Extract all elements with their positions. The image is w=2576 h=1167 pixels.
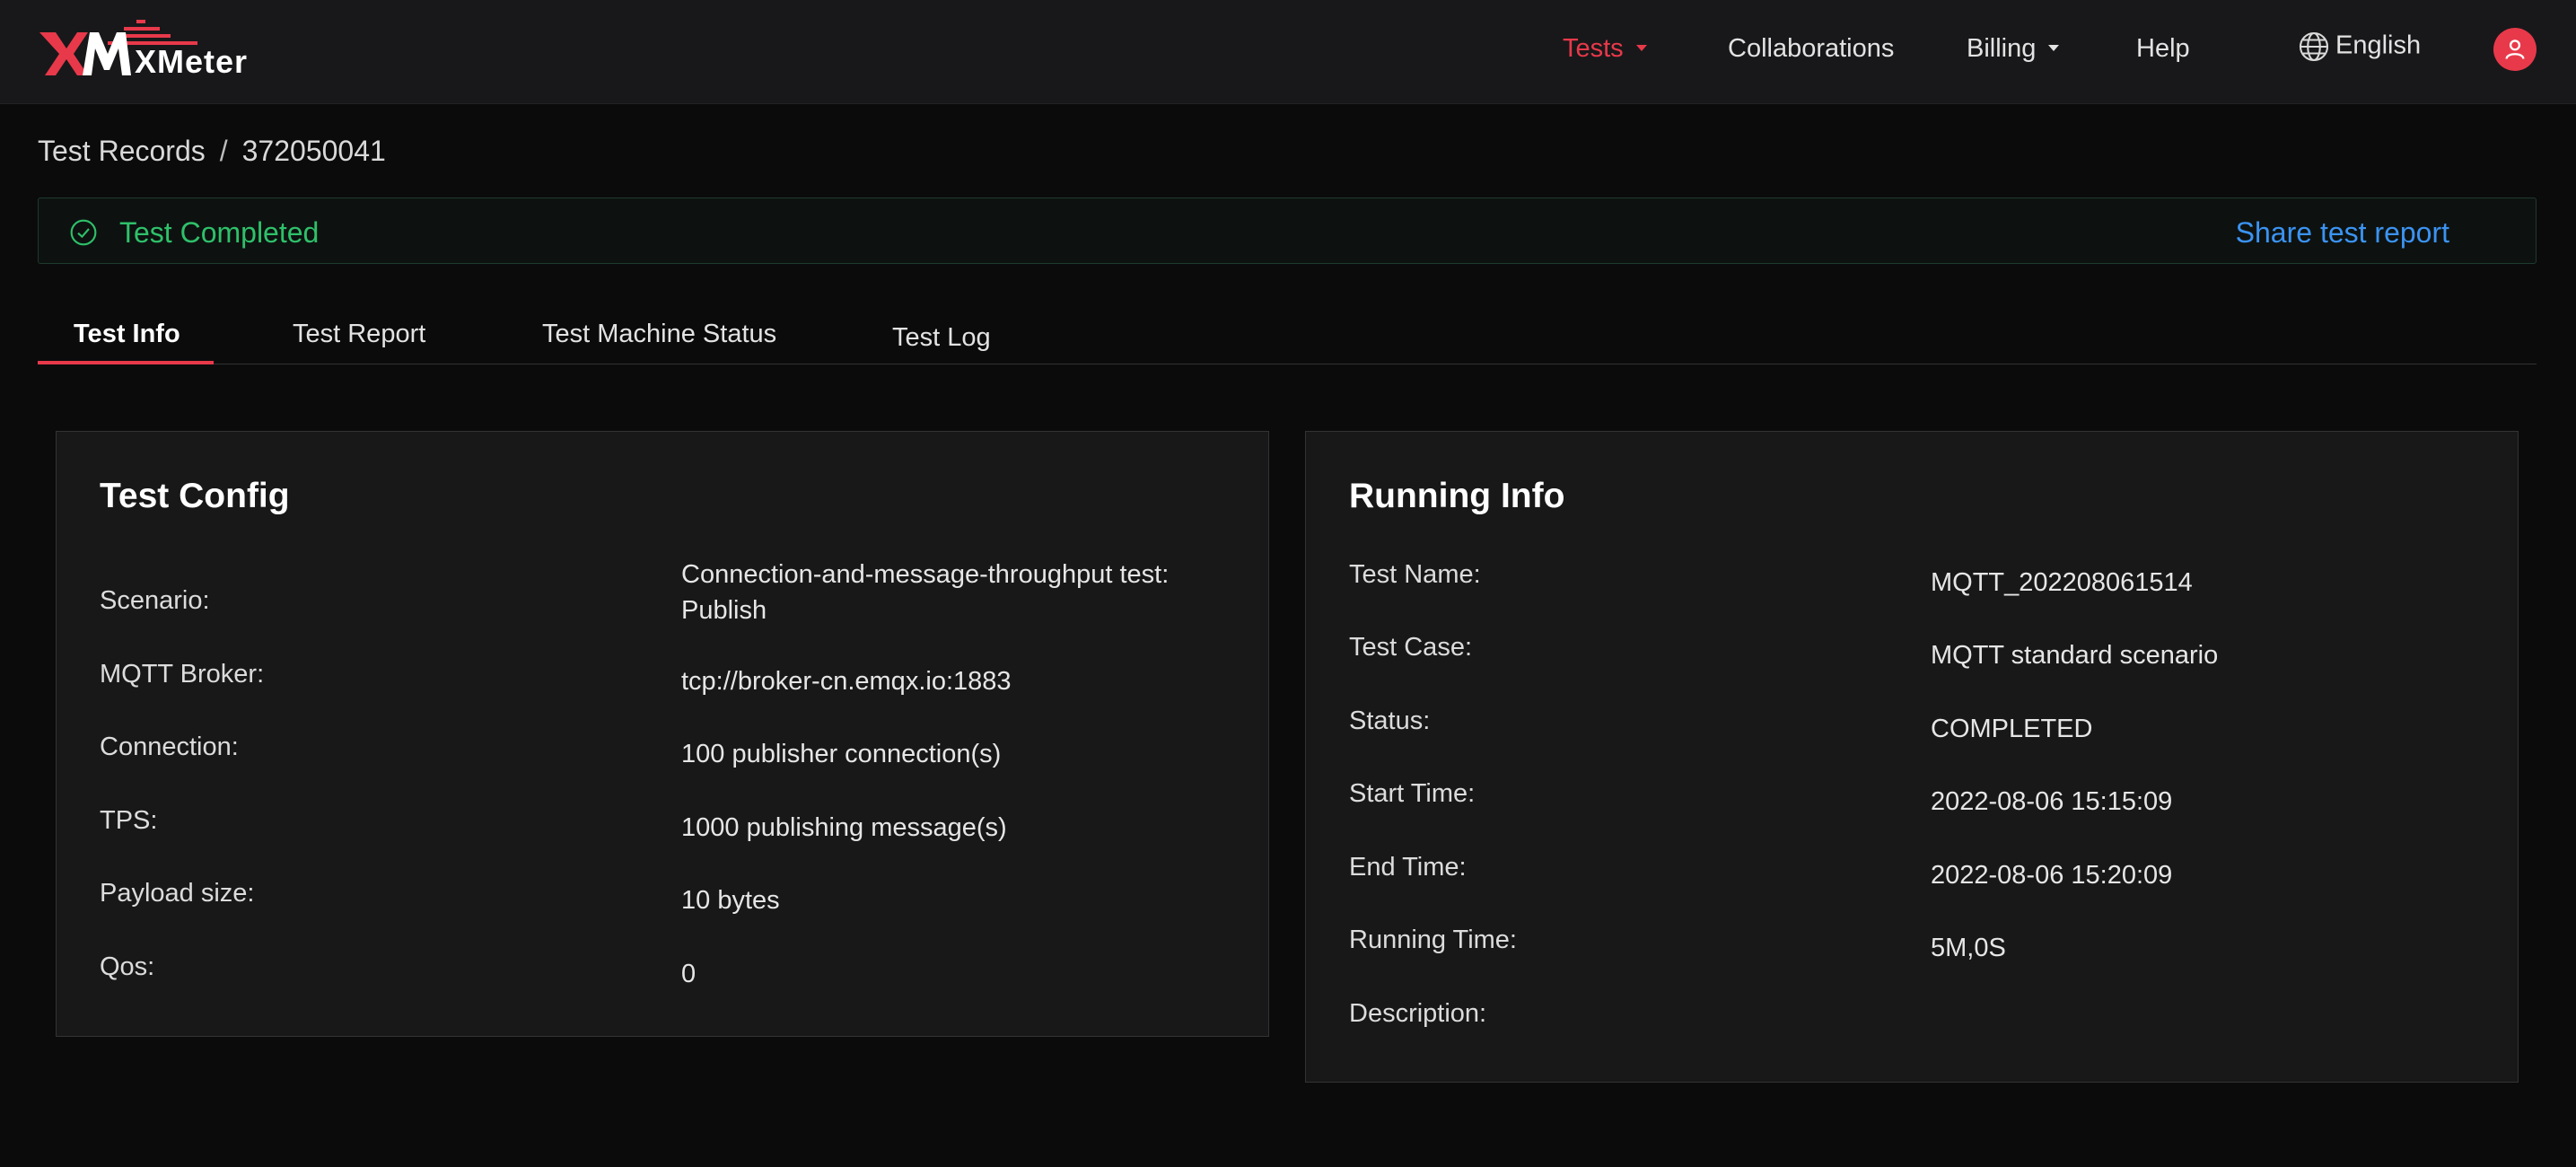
- logo-text: XMeter: [135, 43, 249, 80]
- running-label-start-time: Start Time:: [1349, 779, 1476, 808]
- nav-billing[interactable]: Billing: [1967, 34, 2060, 64]
- nav-collaborations[interactable]: Collaborations: [1728, 34, 1894, 64]
- nav-billing-label: Billing: [1967, 34, 2037, 63]
- config-label-payload-size: Payload size:: [100, 879, 255, 908]
- test-status-banner: Test Completed Share test report: [38, 197, 2537, 264]
- config-label-scenario: Scenario:: [100, 586, 210, 615]
- nav-help[interactable]: Help: [2136, 34, 2190, 64]
- config-label-qos: Qos:: [100, 952, 155, 981]
- xmeter-logo[interactable]: XMeter: [38, 16, 247, 80]
- user-avatar[interactable]: [2493, 28, 2537, 71]
- breadcrumb-current: 372050041: [241, 135, 386, 167]
- running-label-end-time: End Time:: [1349, 853, 1467, 882]
- config-value-payload-size: 10 bytes: [681, 886, 780, 915]
- config-label-tps: TPS:: [100, 806, 158, 835]
- running-label-test-case: Test Case:: [1349, 633, 1472, 662]
- nav-collaborations-label: Collaborations: [1728, 34, 1895, 63]
- running-value-start-time: 2022-08-06 15:15:09: [1931, 787, 2173, 816]
- tab-test-log[interactable]: Test Log: [892, 323, 991, 353]
- tab-test-machine-status[interactable]: Test Machine Status: [542, 320, 776, 349]
- config-label-mqtt-broker: MQTT Broker:: [100, 660, 265, 689]
- nav-help-label: Help: [2136, 34, 2190, 63]
- running-label-description: Description:: [1349, 999, 1487, 1028]
- status-text: Test Completed: [119, 216, 320, 249]
- active-tab-indicator: [38, 361, 214, 364]
- globe-icon: [2299, 31, 2329, 62]
- tab-test-report-label: Test Report: [293, 320, 426, 348]
- tab-test-info[interactable]: Test Info: [74, 320, 180, 349]
- tab-test-info-label: Test Info: [74, 320, 180, 348]
- chevron-down-icon: [2048, 44, 2060, 51]
- tab-test-report[interactable]: Test Report: [293, 320, 425, 349]
- running-value-test-case: MQTT standard scenario: [1931, 641, 2219, 670]
- running-value-running-time: 5M,0S: [1931, 934, 2006, 962]
- breadcrumb: Test Records / 372050041: [38, 135, 386, 168]
- running-label-running-time: Running Time:: [1349, 926, 1517, 954]
- test-config-title: Test Config: [100, 477, 290, 515]
- config-value-connection: 100 publisher connection(s): [681, 740, 1002, 768]
- language-switcher[interactable]: English: [2298, 31, 2421, 63]
- share-test-report-link[interactable]: Share test report: [2236, 216, 2449, 250]
- check-circle-icon: [70, 219, 97, 246]
- config-label-connection: Connection:: [100, 733, 239, 761]
- breadcrumb-parent[interactable]: Test Records: [38, 135, 206, 167]
- running-value-end-time: 2022-08-06 15:20:09: [1931, 861, 2173, 890]
- chevron-down-icon: [1635, 44, 1647, 51]
- user-icon: [2505, 39, 2525, 59]
- running-value-status: COMPLETED: [1931, 715, 2093, 743]
- breadcrumb-separator: /: [219, 135, 228, 167]
- running-label-test-name: Test Name:: [1349, 560, 1481, 589]
- running-info-card: Running Info Test Name: MQTT_20220806151…: [1305, 431, 2519, 1083]
- top-navbar: XMeter Tests Collaborations Billing Help…: [0, 0, 2576, 104]
- running-value-test-name: MQTT_202208061514: [1931, 568, 2193, 597]
- nav-tests-label: Tests: [1563, 34, 1624, 63]
- tab-test-log-label: Test Log: [892, 323, 991, 352]
- running-label-status: Status:: [1349, 706, 1431, 735]
- config-value-scenario: Connection-and-message-throughput test: …: [681, 560, 1170, 625]
- running-info-title: Running Info: [1349, 477, 1565, 515]
- tab-bar: Test Info Test Report Test Machine Statu…: [38, 305, 2537, 364]
- language-label: English: [2335, 31, 2422, 60]
- test-config-card: Test Config Scenario: Connection-and-mes…: [56, 431, 1269, 1037]
- config-value-qos: 0: [681, 960, 697, 988]
- config-value-tps: 1000 publishing message(s): [681, 813, 1007, 842]
- nav-tests[interactable]: Tests: [1563, 34, 1647, 64]
- config-value-mqtt-broker: tcp://broker-cn.emqx.io:1883: [681, 667, 1012, 696]
- tab-test-machine-status-label: Test Machine Status: [542, 320, 777, 348]
